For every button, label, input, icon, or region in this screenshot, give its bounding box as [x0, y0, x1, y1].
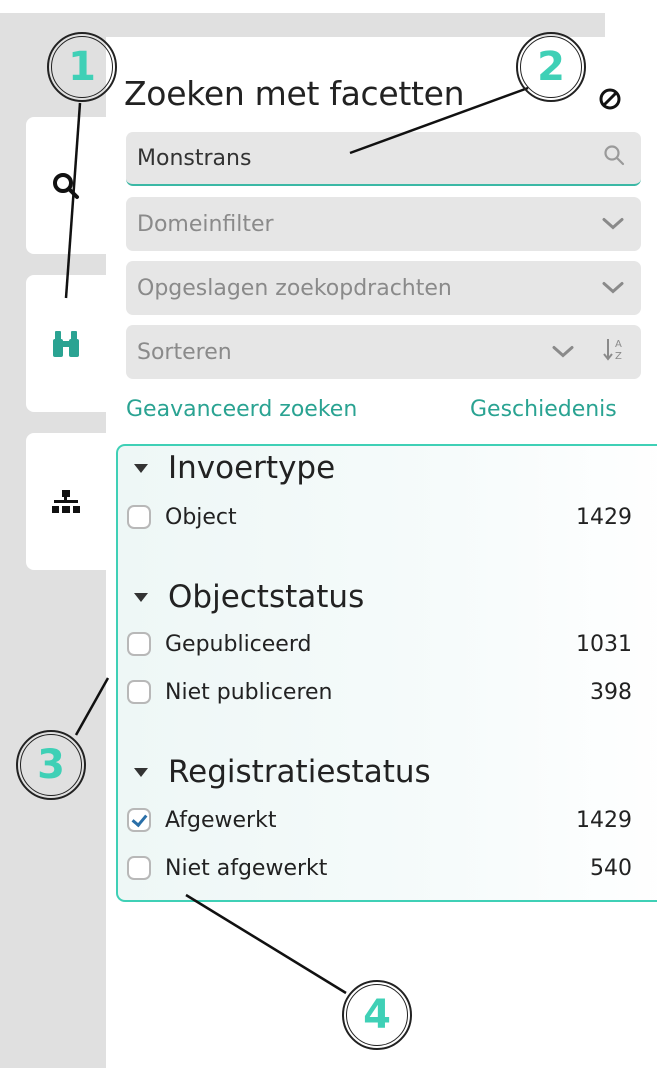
callout-2: 2	[516, 32, 586, 102]
callout-4: 4	[342, 980, 412, 1050]
callout-lines	[64, 86, 529, 995]
callout-3: 3	[16, 730, 86, 800]
callout-1: 1	[47, 32, 117, 102]
